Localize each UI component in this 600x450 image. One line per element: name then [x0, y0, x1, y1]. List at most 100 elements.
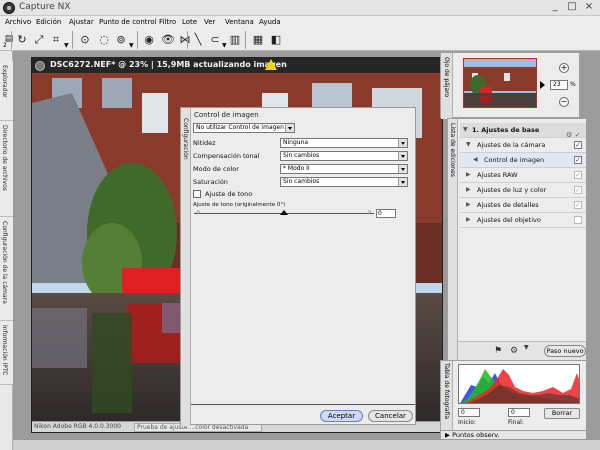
crop-icon[interactable]: ⌗: [48, 32, 64, 47]
inicio-label: Inicio:: [458, 419, 476, 426]
nitidez-label: Nitidez: [193, 139, 216, 147]
final-label: Final:: [508, 419, 524, 426]
tone-slider-min: -9: [195, 210, 200, 216]
menu-ver[interactable]: Ver: [204, 17, 215, 28]
final-field[interactable]: 0: [508, 408, 530, 417]
menu-punto-de-control[interactable]: Punto de control: [99, 17, 156, 28]
compensacion-tonal-value: Sin cambios: [283, 152, 320, 159]
step-ajustes-luz-color[interactable]: ▶ Ajustes de luz y color ✓: [460, 183, 586, 198]
zoom-in-button[interactable]: +: [559, 63, 569, 73]
red-eye-icon[interactable]: ◉: [141, 32, 157, 47]
tone-slider-thumb[interactable]: [280, 210, 288, 215]
step-ajustes-detalles[interactable]: ▶ Ajustes de detalles ✓: [460, 198, 586, 213]
menu-ajustar[interactable]: Ajustar: [69, 17, 94, 28]
photo-info-tab[interactable]: Tabla de fotografía: [441, 361, 453, 440]
minimize-icon[interactable]: _: [548, 1, 562, 14]
status-bar: [13, 439, 600, 450]
inicio-field[interactable]: 0: [458, 408, 480, 417]
eraser-icon[interactable]: ◧: [268, 32, 284, 47]
step-checkbox[interactable]: ✓: [574, 201, 582, 209]
ajuste-de-tono-checkbox[interactable]: [193, 190, 201, 198]
maximize-icon[interactable]: □: [565, 1, 579, 14]
eye-icon[interactable]: 👁: [160, 32, 176, 47]
clear-button[interactable]: Borrar: [544, 408, 580, 419]
menu-lote[interactable]: Lote: [182, 17, 197, 28]
control-point-white-icon[interactable]: ◌: [96, 32, 112, 47]
menu-archivo[interactable]: Archivo: [5, 17, 31, 28]
dialog-title: Control de imagen: [194, 111, 259, 119]
step-ajustes-de-base[interactable]: ▼ 1. Ajustes de base ⚙ ✓: [460, 123, 586, 139]
step-checkbox[interactable]: ✓: [574, 156, 582, 164]
accept-button[interactable]: Aceptar: [320, 410, 363, 422]
menu-edicion[interactable]: Edición: [36, 17, 61, 28]
expand-triangle-icon[interactable]: ▶: [466, 168, 471, 182]
expand-triangle-icon[interactable]: ▶: [466, 183, 471, 197]
chevron-down-icon: [398, 152, 407, 160]
nitidez-select[interactable]: Ninguna: [280, 138, 408, 148]
birds-eye-tab[interactable]: Ojo de pájaro: [441, 53, 453, 119]
menu-ayuda[interactable]: Ayuda: [259, 17, 281, 28]
tab-informacion-iptc[interactable]: Información IPTC: [0, 321, 13, 385]
fill-icon[interactable]: ▦: [250, 32, 266, 47]
zoom-field[interactable]: 23: [550, 80, 568, 90]
tab-directorio-de-archivos[interactable]: Directorio de archivos: [0, 121, 13, 217]
brush-icon[interactable]: ╲: [190, 32, 206, 47]
color-control-point-icon[interactable]: ⊚: [113, 32, 129, 47]
histogram[interactable]: [458, 364, 580, 404]
edit-list-footer: ⚑ ⚙ ▼ Paso nuevo: [458, 341, 586, 360]
selection-menu-arrow-icon[interactable]: ▼: [222, 42, 227, 49]
cancel-button[interactable]: Cancelar: [368, 410, 413, 422]
app-title: Capture NX: [19, 2, 71, 12]
step-checkbox[interactable]: ✓: [574, 141, 582, 149]
close-icon[interactable]: ×: [582, 1, 596, 14]
edit-list-tab[interactable]: Lista de ediciones: [448, 119, 458, 361]
toolbar-separator: [72, 31, 73, 49]
chevron-down-icon: [285, 124, 294, 132]
step-control-de-imagen[interactable]: ◀ Control de imagen ✓: [460, 153, 586, 168]
control-point-black-icon[interactable]: ⊙: [77, 32, 93, 47]
thumbnail-image: [464, 59, 536, 107]
photo-info-tab-label: Tabla de fotografía: [443, 363, 450, 420]
modo-de-color-select[interactable]: * Modo II: [280, 164, 408, 174]
expand-triangle-icon[interactable]: ▼: [466, 138, 471, 152]
layout-number: 2: [3, 42, 7, 49]
gradient-icon[interactable]: ▥: [227, 32, 243, 47]
picture-control-preset-select[interactable]: No utilizar Control de imagen: [193, 123, 295, 133]
step-ajustes-objetivo[interactable]: ▶ Ajustes del objetivo: [460, 213, 586, 228]
step-checkbox[interactable]: ✓: [574, 186, 582, 194]
navigator-thumbnail[interactable]: [463, 58, 537, 108]
toolbar-separator: [245, 31, 246, 49]
straighten-icon[interactable]: ⤢: [31, 32, 47, 47]
new-step-button[interactable]: Paso nuevo: [544, 345, 586, 357]
batch-icon[interactable]: ⚙: [510, 346, 518, 356]
active-step-arrow-icon: ◀: [473, 156, 478, 163]
expand-triangle-icon[interactable]: ▶: [466, 198, 471, 212]
crop-menu-arrow-icon[interactable]: ▼: [64, 42, 69, 49]
menu-filtro[interactable]: Filtro: [159, 17, 176, 28]
flag-icon[interactable]: ⚑: [494, 346, 502, 356]
menu-ventana[interactable]: Ventana: [225, 17, 254, 28]
edit-list-panel: Lista de ediciones ▼ 1. Ajustes de base …: [447, 118, 587, 361]
saturacion-select[interactable]: Sin cambios: [280, 177, 408, 187]
rotate-icon[interactable]: ↻: [14, 32, 30, 47]
step-ajustes-camara[interactable]: ▼ Ajustes de la cámara ✓: [460, 138, 586, 153]
toolbar-separator: [11, 31, 12, 49]
control-point-menu-arrow-icon[interactable]: ▼: [129, 42, 134, 49]
compensacion-tonal-select[interactable]: Sin cambios: [280, 151, 408, 161]
tab-configuracion-camara[interactable]: Configuración de la cámara: [0, 217, 13, 321]
step-checkbox[interactable]: ✓: [574, 171, 582, 179]
saturacion-value: Sin cambios: [283, 178, 320, 185]
expand-triangle-icon[interactable]: ▶: [466, 213, 471, 227]
batch-menu-arrow-icon[interactable]: ▼: [524, 344, 529, 351]
nitidez-value: Ninguna: [283, 139, 309, 146]
collapse-triangle-icon[interactable]: ▼: [463, 123, 468, 137]
lasso-icon[interactable]: ⊂: [207, 32, 223, 47]
tone-value-field[interactable]: 0: [376, 209, 396, 218]
saturacion-label: Saturación: [193, 178, 228, 186]
tab-explorador[interactable]: Explorador: [0, 61, 13, 121]
zoom-out-button[interactable]: −: [559, 97, 569, 107]
step-ajustes-raw[interactable]: ▶ Ajustes RAW ✓: [460, 168, 586, 183]
dialog-side-tab[interactable]: Configuración: [181, 108, 191, 426]
left-dock: Explorador Directorio de archivos Config…: [0, 51, 13, 450]
step-checkbox[interactable]: [574, 216, 582, 224]
